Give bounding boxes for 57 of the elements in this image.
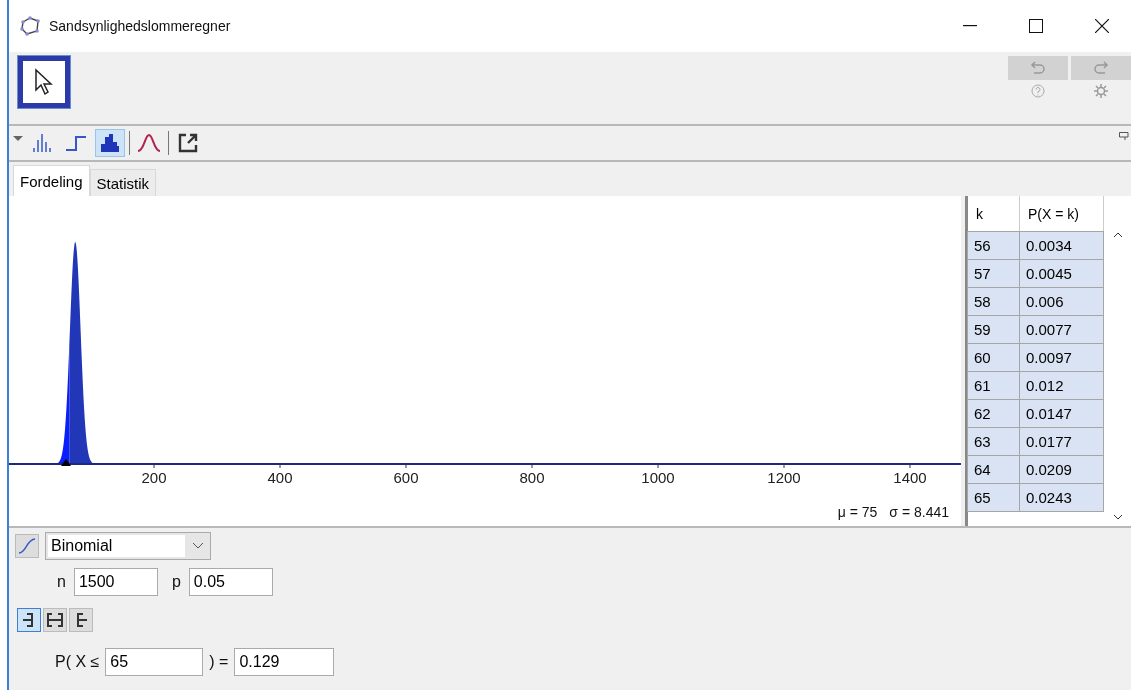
parameter-field[interactable]: 1500 <box>73 568 158 596</box>
axis-tick-label: 800 <box>519 469 545 486</box>
sd-label: σ = 8.441 <box>889 504 949 520</box>
step-line-icon <box>65 135 87 151</box>
axis-tick-label: 1200 <box>767 469 801 486</box>
distribution-dropdown[interactable]: Binomial <box>45 532 211 560</box>
bound-field[interactable]: 65 <box>105 648 204 676</box>
view-button[interactable] <box>95 129 125 157</box>
table-cell: 0.0097 <box>1019 343 1104 372</box>
export-icon <box>178 133 198 153</box>
probability-label: P( X ≤ <box>55 653 100 671</box>
interval-button[interactable] <box>43 608 67 632</box>
redo-icon <box>1093 61 1109 75</box>
table-cell: 0.0045 <box>1019 259 1104 288</box>
tab[interactable]: Fordeling <box>13 165 90 196</box>
bound-marker[interactable] <box>61 459 71 466</box>
parameter-label: n <box>57 573 66 591</box>
table-cell: 0.0147 <box>1019 399 1104 428</box>
move-tool-button[interactable] <box>18 56 70 108</box>
table-cell: 0.012 <box>1019 371 1104 400</box>
axis-tick-label: 200 <box>141 469 167 486</box>
panel-icon[interactable] <box>1119 132 1129 140</box>
app-logo-icon <box>19 16 41 36</box>
axis-tick-label: 600 <box>393 469 419 486</box>
result-field[interactable]: 0.129 <box>234 648 335 676</box>
equals-label: ) = <box>209 653 229 671</box>
s-curve-icon <box>18 538 36 554</box>
table-cell: 0.0209 <box>1019 455 1104 484</box>
axis-tick-label: 1000 <box>641 469 675 486</box>
axis-tick-label: 1400 <box>893 469 927 486</box>
table-cell: 0.0077 <box>1019 315 1104 344</box>
mean-label: μ = 75 <box>837 504 878 520</box>
cumulative-button[interactable] <box>15 534 39 558</box>
interval-button[interactable] <box>69 608 93 632</box>
tab[interactable]: Statistik <box>89 169 157 196</box>
table-cell: 0.0034 <box>1019 231 1104 260</box>
histogram-icon <box>100 134 120 152</box>
maximize-icon <box>1029 19 1043 33</box>
parameter-field[interactable]: 0.05 <box>188 568 273 596</box>
scroll-up-icon[interactable] <box>1112 232 1123 238</box>
undo-icon <box>1030 61 1046 75</box>
chevron-down-icon <box>192 542 204 550</box>
bar-chart-icon <box>31 134 53 152</box>
interval-button[interactable] <box>17 608 41 632</box>
pointer-icon <box>34 68 54 96</box>
table-cell: 0.0243 <box>1019 483 1104 512</box>
interval-icon <box>46 612 64 628</box>
parameter-label: p <box>171 573 181 591</box>
table-cell: 65 <box>967 483 1020 512</box>
scroll-down-icon[interactable] <box>1112 514 1123 520</box>
window-title: Sandsynlighedslommeregner <box>49 18 232 34</box>
close-icon <box>1095 19 1109 33</box>
table-cell: 0.0177 <box>1019 427 1104 456</box>
table-cell: 0.006 <box>1019 287 1104 316</box>
bell-curve-icon <box>137 134 161 152</box>
minimize-icon <box>963 25 977 27</box>
axis-tick-label: 400 <box>267 469 293 486</box>
